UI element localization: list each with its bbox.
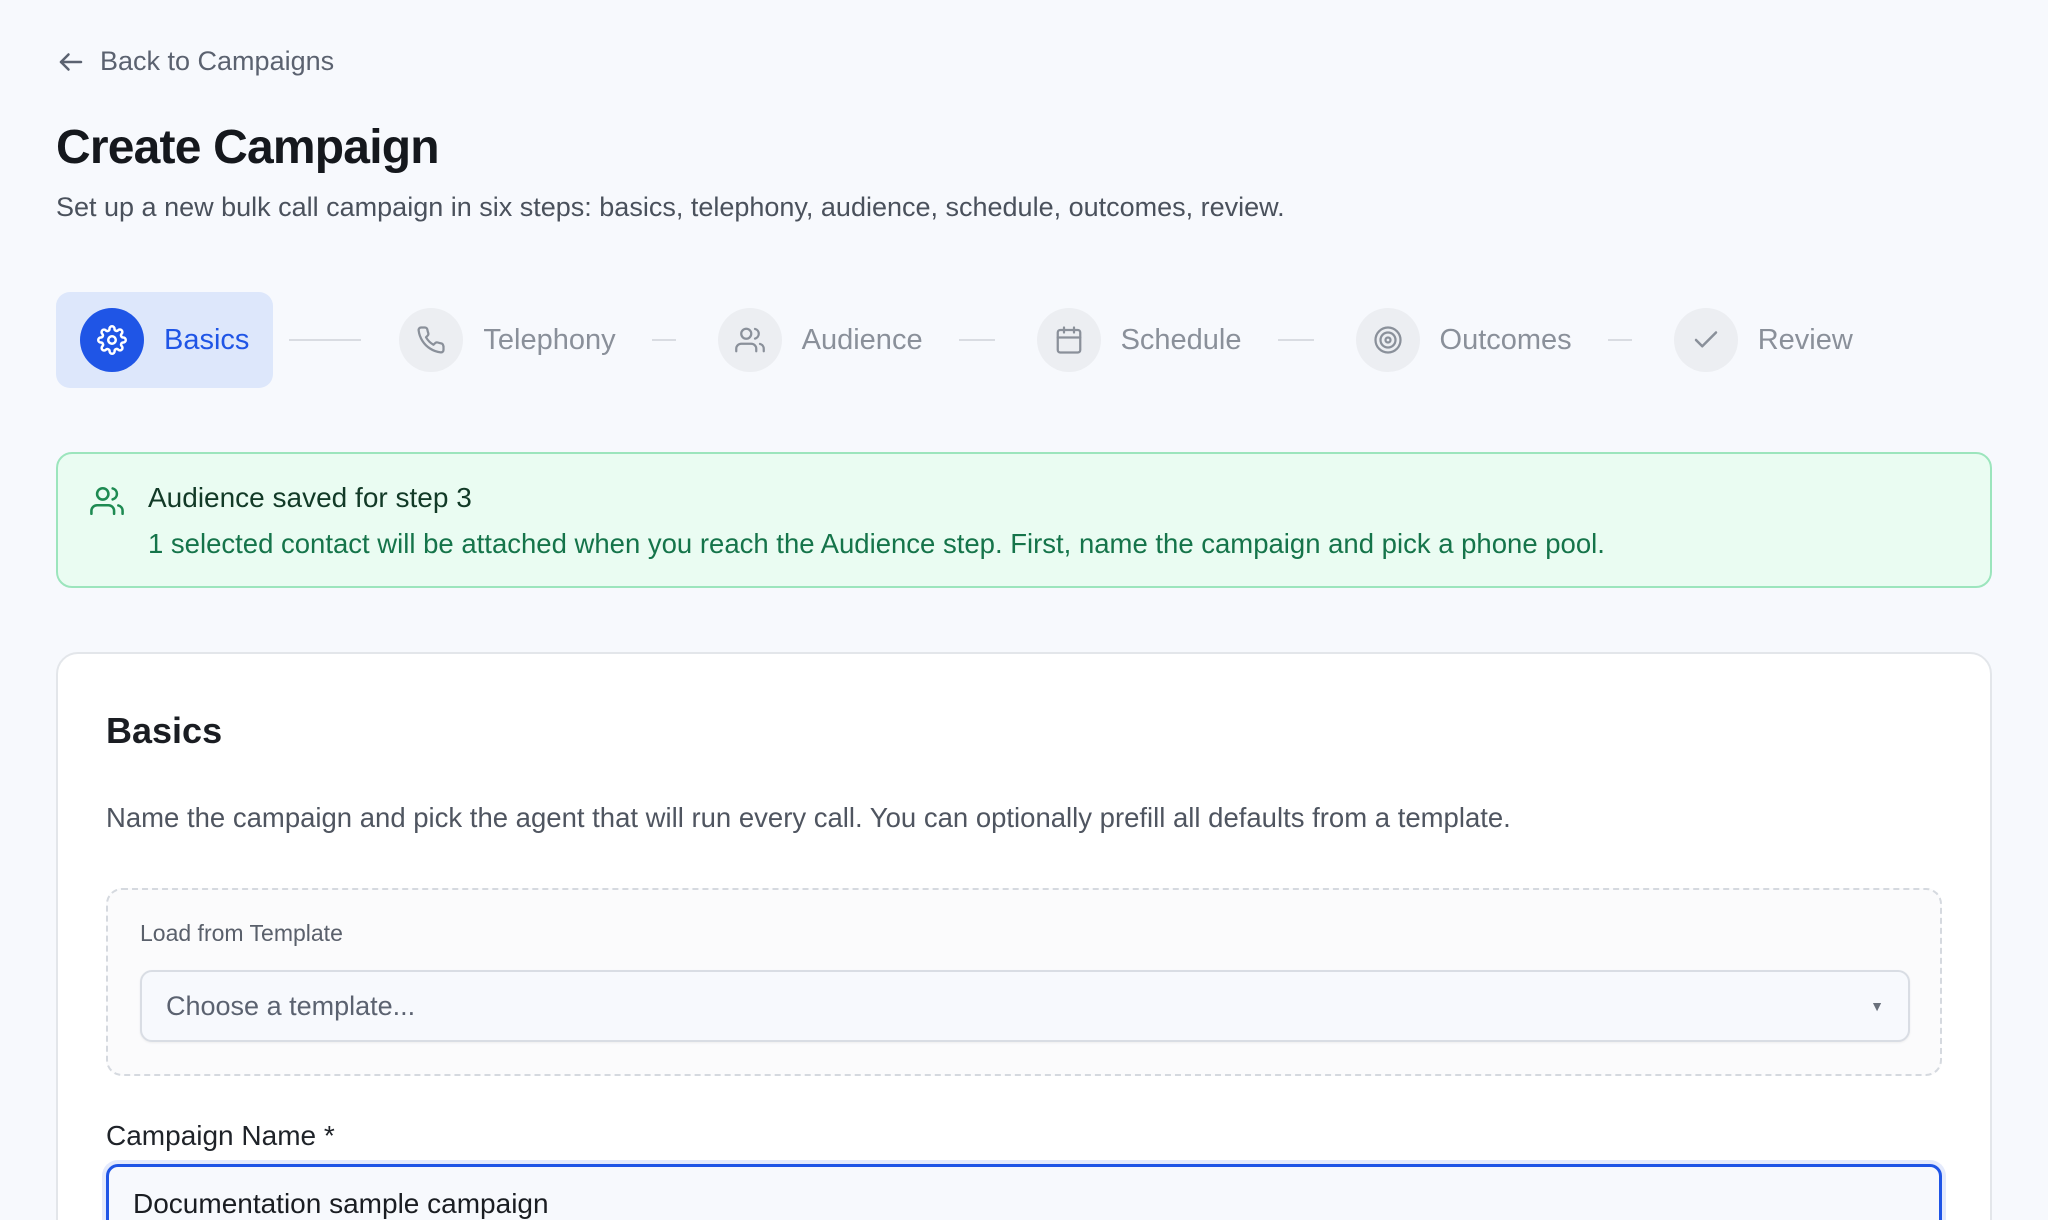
- step-connector: [1607, 339, 1632, 341]
- step-telephony[interactable]: Telephony: [375, 292, 639, 388]
- step-connector: [958, 339, 995, 341]
- chevron-down-icon: ▼: [1870, 998, 1884, 1014]
- section-title: Basics: [106, 710, 223, 751]
- users-icon: [90, 486, 124, 516]
- template-select-value: Choose a template...: [166, 990, 416, 1021]
- step-basics[interactable]: Basics: [56, 292, 274, 388]
- back-link-label: Back to Campaigns: [100, 46, 335, 76]
- template-loader: Load from Template Choose a template... …: [106, 888, 1942, 1076]
- step-label: Telephony: [483, 323, 616, 356]
- back-to-campaigns-link[interactable]: Back to Campaigns: [56, 46, 334, 77]
- check-icon: [1673, 308, 1738, 372]
- alert-title: Audience saved for step 3: [148, 482, 472, 513]
- calendar-icon: [1036, 308, 1101, 372]
- step-label: Review: [1757, 323, 1853, 356]
- alert-text: 1 selected contact will be attached when…: [148, 528, 1605, 559]
- template-select[interactable]: Choose a template... ▼: [140, 970, 1910, 1042]
- step-audience[interactable]: Audience: [694, 292, 947, 388]
- target-icon: [1355, 308, 1420, 372]
- campaign-name-input[interactable]: [106, 1164, 1942, 1220]
- basics-card: Basics Name the campaign and pick the ag…: [56, 652, 1992, 1220]
- phone-icon: [399, 308, 464, 372]
- users-icon: [717, 308, 782, 372]
- audience-saved-alert: Audience saved for step 3 1 selected con…: [56, 452, 1992, 588]
- section-description: Name the campaign and pick the agent tha…: [106, 802, 1511, 833]
- gear-icon: [80, 308, 144, 372]
- step-label: Schedule: [1120, 323, 1242, 356]
- arrow-left-icon: [59, 52, 83, 71]
- step-connector: [1277, 339, 1314, 341]
- create-campaign-page: Back to Campaigns Create Campaign Set up…: [0, 0, 2048, 1220]
- campaign-name-label: Campaign Name *: [106, 1120, 335, 1151]
- step-label: Basics: [164, 323, 250, 356]
- page-subtitle: Set up a new bulk call campaign in six s…: [56, 192, 1285, 222]
- step-schedule[interactable]: Schedule: [1013, 292, 1266, 388]
- step-label: Audience: [801, 323, 923, 356]
- alert-content: Audience saved for step 3 1 selected con…: [148, 482, 1605, 559]
- step-connector: [651, 339, 676, 341]
- template-label: Load from Template: [140, 920, 343, 946]
- step-label: Outcomes: [1439, 323, 1572, 356]
- page-title: Create Campaign: [56, 121, 440, 174]
- step-outcomes[interactable]: Outcomes: [1332, 292, 1596, 388]
- step-review[interactable]: Review: [1650, 292, 1877, 388]
- campaign-stepper: Basics Telephony Audience Schedule Outco…: [56, 292, 1877, 388]
- step-connector: [289, 339, 362, 341]
